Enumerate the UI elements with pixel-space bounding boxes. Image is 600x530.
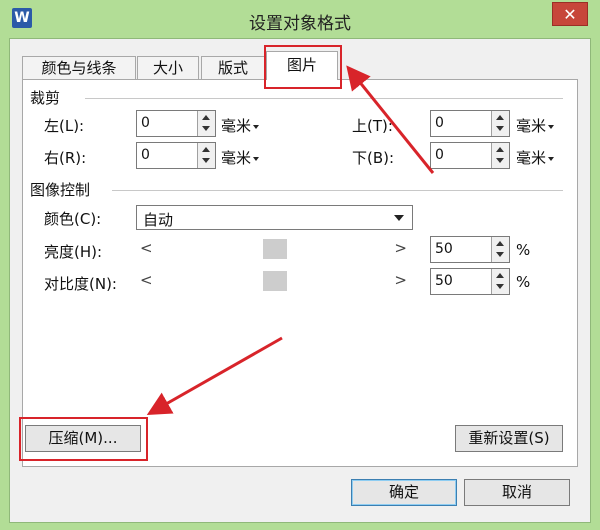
annotation-arrows (146, 65, 435, 415)
arrow-to-compress-button (146, 336, 283, 415)
arrow-to-picture-tab (346, 65, 435, 174)
